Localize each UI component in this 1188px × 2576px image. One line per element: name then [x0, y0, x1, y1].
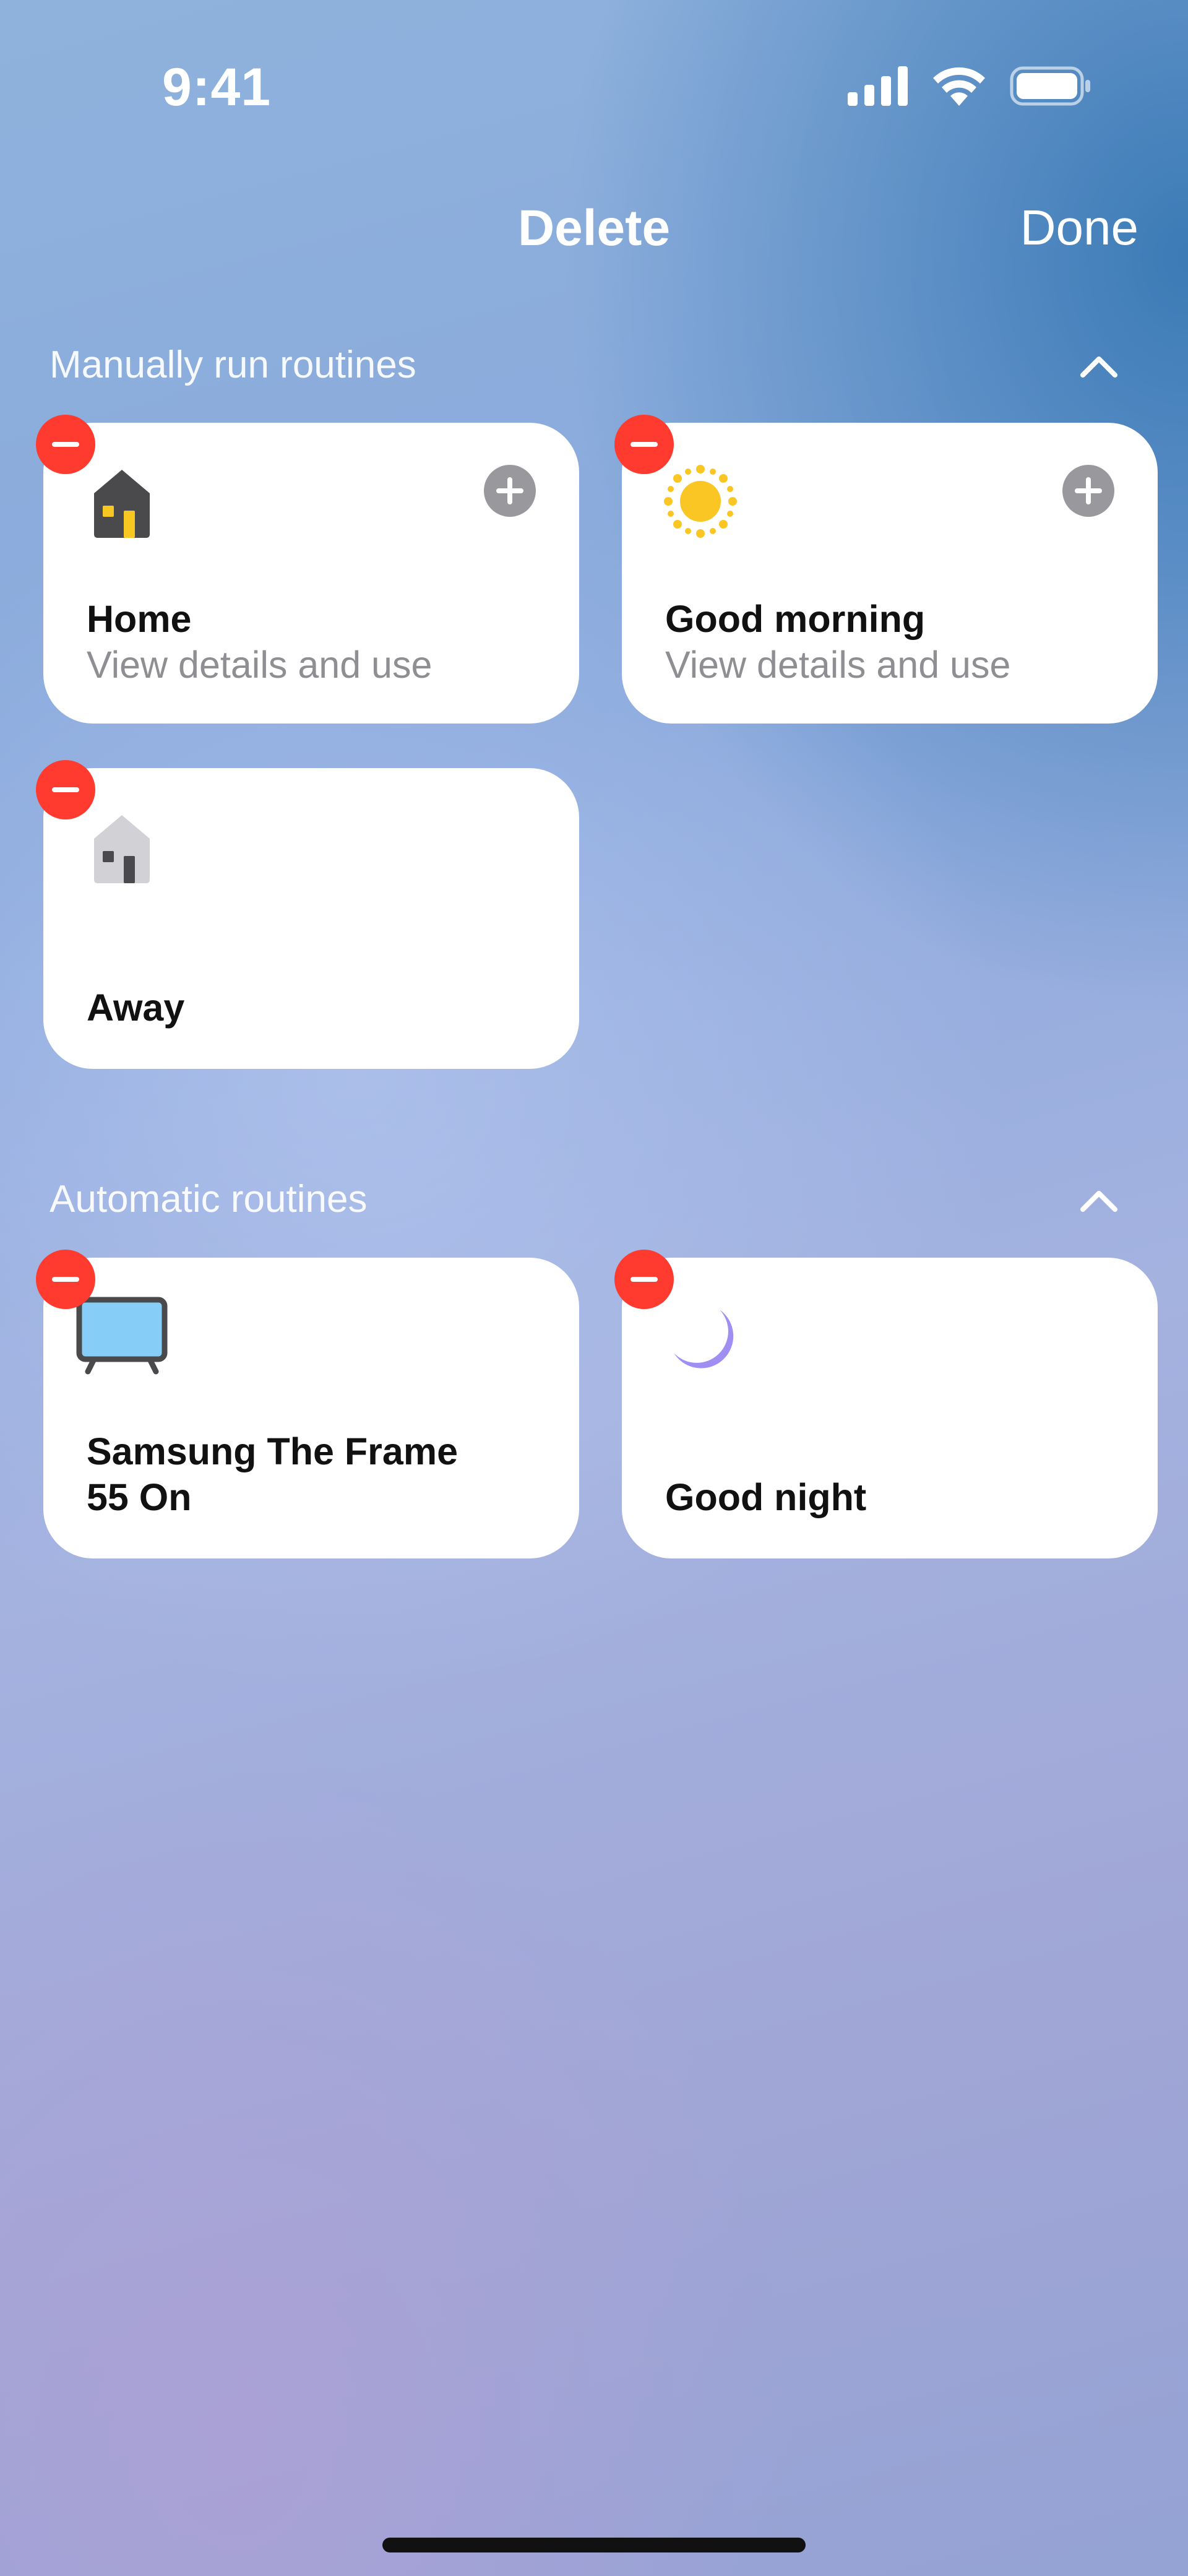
- card-title: Samsung The Frame 55 On: [87, 1430, 458, 1518]
- card-subtitle: View details and use: [87, 644, 433, 686]
- delete-routine-button[interactable]: [36, 415, 95, 474]
- home-icon: [94, 470, 150, 538]
- delete-routine-button[interactable]: [36, 760, 95, 819]
- section-title-manual-routines: Manually run routines: [50, 344, 416, 386]
- chevron-up-icon[interactable]: [1075, 343, 1122, 390]
- card-subtitle: View details and use: [665, 644, 1011, 686]
- delete-routine-button[interactable]: [614, 1250, 674, 1309]
- card-title: Away: [87, 987, 185, 1029]
- page-title: Delete: [517, 200, 671, 256]
- cellular-signal-icon: [848, 66, 908, 106]
- battery-icon: [1010, 66, 1090, 106]
- done-button[interactable]: Done: [1020, 199, 1138, 256]
- away-house-icon: [94, 815, 150, 883]
- routine-card-home[interactable]: Home View details and use: [43, 423, 579, 724]
- card-title: Good morning: [665, 598, 926, 640]
- routine-card-good-night[interactable]: Good night: [622, 1258, 1158, 1558]
- routine-card-away[interactable]: Away: [43, 768, 579, 1069]
- add-button[interactable]: [484, 465, 536, 517]
- card-title: Good night: [665, 1476, 867, 1518]
- status-time: 9:41: [162, 58, 272, 117]
- tv-icon: [76, 1297, 168, 1375]
- card-title: Home: [87, 598, 192, 640]
- home-indicator[interactable]: [382, 2538, 806, 2552]
- moon-icon: [674, 1310, 734, 1368]
- chevron-up-icon[interactable]: [1075, 1177, 1122, 1224]
- delete-routine-button[interactable]: [36, 1250, 95, 1309]
- sun-icon: [664, 465, 737, 538]
- wifi-icon: [933, 67, 985, 106]
- section-title-automatic-routines: Automatic routines: [50, 1178, 368, 1221]
- routine-card-samsung-frame[interactable]: Samsung The Frame 55 On: [43, 1258, 579, 1558]
- add-button[interactable]: [1062, 465, 1114, 517]
- status-icons: [848, 64, 1091, 108]
- routine-card-good-morning[interactable]: Good morning View details and use: [622, 423, 1158, 724]
- delete-routine-button[interactable]: [614, 415, 674, 474]
